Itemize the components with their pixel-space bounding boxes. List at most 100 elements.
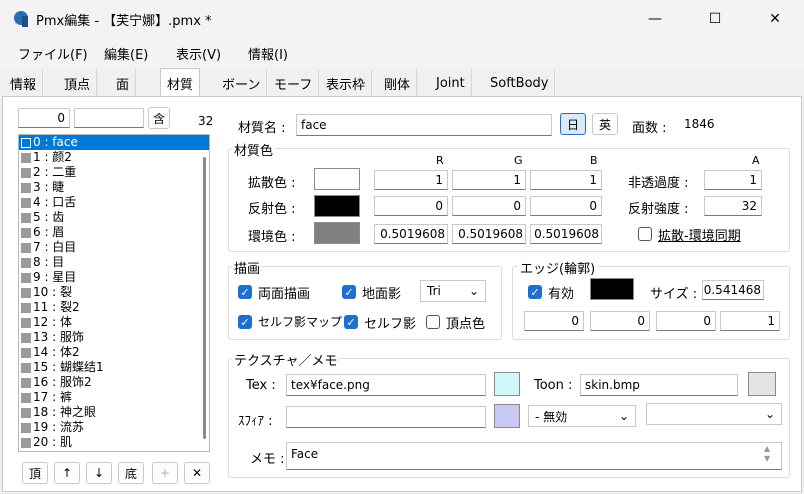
list-item[interactable]: 10 : 裂 — [19, 285, 209, 300]
self-shadow-label: セルフ影 — [364, 317, 417, 332]
move-bottom-button[interactable]: 底 — [118, 462, 144, 484]
tab-display-frame[interactable]: 表示枠 — [320, 70, 373, 96]
list-item[interactable]: 9 : 星目 — [19, 270, 209, 285]
list-item[interactable]: 11 : 裂2 — [19, 300, 209, 315]
menu-view[interactable]: 表示(V) — [176, 44, 221, 63]
material-name-label: 材質名 : — [238, 121, 286, 136]
move-up-button[interactable]: ↑ — [54, 462, 80, 484]
tab-vertex[interactable]: 頂点 — [58, 70, 98, 96]
list-item[interactable]: 8 : 目 — [19, 255, 209, 270]
maximize-button[interactable]: ☐ — [692, 0, 738, 38]
tab-softbody[interactable]: SoftBody — [484, 70, 556, 96]
sync-ambient-checkbox[interactable] — [638, 227, 652, 241]
delete-material-button[interactable]: ✕ — [184, 462, 210, 484]
edge-enabled-checkbox[interactable]: ✓ — [528, 285, 542, 299]
list-item[interactable]: 2 : 二重 — [19, 165, 209, 180]
list-item[interactable]: 14 : 体2 — [19, 345, 209, 360]
alpha-input[interactable]: 1 — [704, 170, 762, 190]
list-item[interactable]: 13 : 服饰 — [19, 330, 209, 345]
both-sides-checkbox[interactable]: ✓ — [238, 285, 252, 299]
list-item[interactable]: 17 : 裤 — [19, 390, 209, 405]
list-item[interactable]: 18 : 神之眼 — [19, 405, 209, 420]
japanese-name-button[interactable]: 日 — [560, 113, 586, 135]
list-item[interactable]: 6 : 眉 — [19, 225, 209, 240]
list-item[interactable]: 7 : 白目 — [19, 240, 209, 255]
primitive-select[interactable]: Tri ⌄ — [420, 280, 486, 302]
list-item[interactable]: 5 : 齿 — [19, 210, 209, 225]
specular-r-input[interactable]: 0 — [374, 196, 448, 216]
minimize-button[interactable]: — — [632, 0, 678, 38]
list-item[interactable]: 1 : 颜2 — [19, 150, 209, 165]
specular-color-swatch[interactable] — [314, 195, 360, 217]
diffuse-color-swatch[interactable] — [314, 168, 360, 190]
material-index-input[interactable]: 0 — [18, 108, 70, 128]
sphere-mode-select[interactable]: - 無効 ⌄ — [528, 405, 636, 427]
self-shadow-map-checkbox[interactable]: ✓ — [238, 315, 252, 329]
ambient-r-input[interactable]: 0.5019608 — [374, 224, 448, 244]
tex-preview-swatch[interactable] — [494, 372, 520, 396]
move-top-button[interactable]: 頂 — [22, 462, 48, 484]
menu-info[interactable]: 情報(I) — [248, 44, 288, 63]
close-button[interactable]: ✕ — [752, 0, 798, 38]
memo-textarea[interactable]: Face — [286, 442, 782, 470]
tab-rigid-body[interactable]: 剛体 — [378, 70, 418, 96]
list-item[interactable]: 0 : face — [19, 135, 209, 150]
sphere-mode-value: - 無効 — [535, 409, 568, 424]
list-item[interactable]: 15 : 蝴蝶结1 — [19, 360, 209, 375]
contains-button[interactable]: 含 — [148, 107, 170, 129]
edge-b-input[interactable]: 0 — [656, 311, 716, 331]
list-item[interactable]: 19 : 流苏 — [19, 420, 209, 435]
ground-shadow-checkbox[interactable]: ✓ — [342, 285, 356, 299]
menu-file[interactable]: ファイル(F) — [18, 44, 88, 63]
edge-g-input[interactable]: 0 — [590, 311, 650, 331]
self-shadow-checkbox[interactable]: ✓ — [344, 315, 358, 329]
chevron-down-icon: ⌄ — [764, 407, 775, 421]
list-item[interactable]: 12 : 体 — [19, 315, 209, 330]
specular-g-input[interactable]: 0 — [452, 196, 526, 216]
material-name-input[interactable]: face — [296, 114, 552, 136]
specular-power-input[interactable]: 32 — [704, 196, 762, 216]
memo-scroll-arrows-icon[interactable]: ▲ ▼ — [764, 444, 770, 464]
ambient-label: 環境色 : — [248, 230, 296, 245]
vertex-color-checkbox[interactable] — [426, 315, 440, 329]
list-item[interactable]: 3 : 睫 — [19, 180, 209, 195]
primitive-select-value: Tri — [427, 284, 441, 298]
tab-joint[interactable]: Joint — [430, 70, 472, 96]
material-list[interactable]: 0 : face 1 : 颜2 2 : 二重 3 : 睫 4 : 口舌 5 : … — [18, 134, 210, 452]
diffuse-b-input[interactable]: 1 — [530, 170, 602, 190]
edge-r-input[interactable]: 0 — [524, 311, 584, 331]
app-icon — [14, 11, 28, 27]
edge-size-input[interactable]: 0.541468 — [702, 280, 764, 300]
toon-preset-select[interactable]: ⌄ — [646, 403, 782, 425]
ambient-color-swatch[interactable] — [314, 222, 360, 244]
tex-path-input[interactable]: tex¥face.png — [286, 374, 486, 396]
material-search-input[interactable] — [74, 108, 144, 128]
diffuse-g-input[interactable]: 1 — [452, 170, 526, 190]
diffuse-r-input[interactable]: 1 — [374, 170, 448, 190]
tab-bone[interactable]: ボーン — [216, 70, 268, 96]
toon-preview-swatch[interactable] — [748, 372, 776, 396]
tab-face[interactable]: 面 — [110, 70, 137, 96]
ambient-b-input[interactable]: 0.5019608 — [530, 224, 602, 244]
tab-morph[interactable]: モーフ — [268, 70, 320, 96]
tab-material[interactable]: 材質 — [160, 68, 201, 97]
add-material-button[interactable]: + — [152, 462, 178, 484]
edge-color-swatch[interactable] — [590, 278, 634, 300]
material-color-group-title: 材質色 — [232, 140, 276, 159]
toon-path-input[interactable]: skin.bmp — [580, 374, 738, 396]
edge-size-label: サイズ : — [650, 287, 698, 302]
ambient-g-input[interactable]: 0.5019608 — [452, 224, 526, 244]
english-name-button[interactable]: 英 — [592, 113, 618, 135]
menu-edit[interactable]: 編集(E) — [104, 44, 148, 63]
sphere-path-input[interactable] — [286, 406, 486, 428]
tex-label: Tex : — [246, 378, 276, 393]
move-down-button[interactable]: ↓ — [86, 462, 112, 484]
edge-a-input[interactable]: 1 — [720, 311, 780, 331]
tab-info[interactable]: 情報 — [4, 70, 44, 96]
specular-b-input[interactable]: 0 — [530, 196, 602, 216]
list-item[interactable]: 4 : 口舌 — [19, 195, 209, 210]
list-item[interactable]: 20 : 肌 — [19, 435, 209, 450]
sphere-preview-swatch[interactable] — [494, 404, 520, 428]
list-item[interactable]: 16 : 服饰2 — [19, 375, 209, 390]
list-scrollbar[interactable] — [203, 157, 206, 439]
